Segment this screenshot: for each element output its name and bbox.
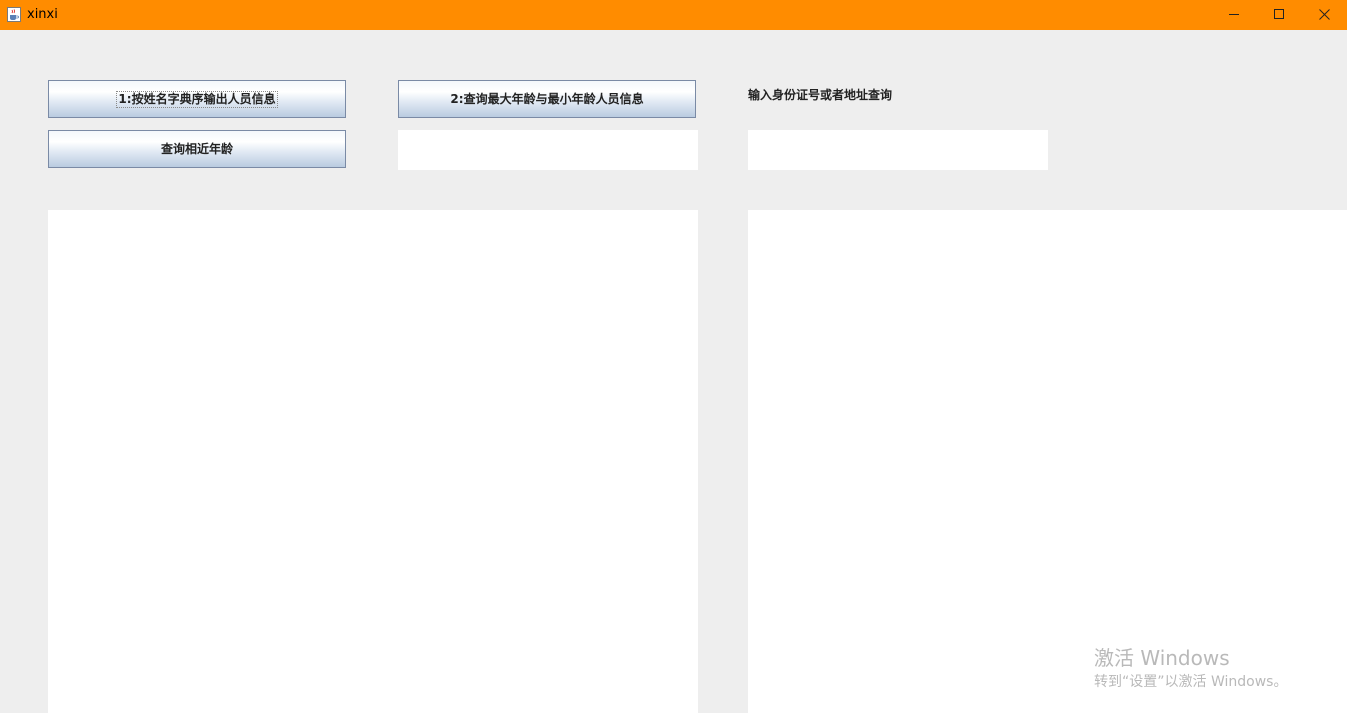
- maximize-button[interactable]: [1257, 0, 1302, 30]
- left-output-area[interactable]: [48, 210, 698, 713]
- search-prompt-label: 输入身份证号或者地址查询: [748, 88, 893, 102]
- minimize-button[interactable]: [1212, 0, 1257, 30]
- minimize-icon: [1229, 14, 1239, 15]
- max-min-age-label: 2:查询最大年龄与最小年龄人员信息: [450, 92, 644, 106]
- id-or-address-search-input[interactable]: [748, 130, 1048, 170]
- similar-age-label: 查询相近年龄: [160, 142, 233, 156]
- age-input[interactable]: [398, 130, 698, 170]
- right-output-area[interactable]: [748, 210, 1347, 713]
- maximize-icon: [1274, 9, 1284, 19]
- sort-by-name-button[interactable]: 1:按姓名字典序输出人员信息: [48, 80, 346, 118]
- activation-watermark-title: 激活 Windows: [1094, 646, 1230, 670]
- app-window: xinxi 1:按姓名字典序输出人员信息 2:查询最大年龄与最小年龄人员信息 输…: [0, 0, 1347, 713]
- max-min-age-button[interactable]: 2:查询最大年龄与最小年龄人员信息: [398, 80, 696, 118]
- close-icon: [1319, 9, 1330, 20]
- title-bar[interactable]: xinxi: [0, 0, 1347, 30]
- similar-age-button[interactable]: 查询相近年龄: [48, 130, 346, 168]
- close-button[interactable]: [1302, 0, 1347, 30]
- java-cup-icon: [7, 7, 21, 22]
- sort-by-name-label: 1:按姓名字典序输出人员信息: [116, 91, 278, 108]
- window-title: xinxi: [27, 7, 58, 22]
- activation-watermark-subtitle: 转到“设置”以激活 Windows。: [1094, 674, 1288, 690]
